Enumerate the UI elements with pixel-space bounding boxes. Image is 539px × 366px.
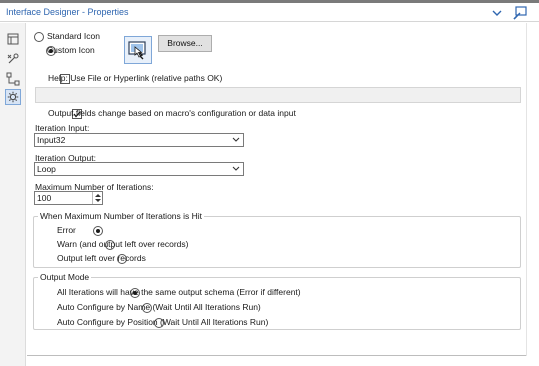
chevron-down-icon [232, 137, 240, 142]
max-hit-warn-label: Warn (and output left over records) [57, 239, 189, 249]
standard-icon-label: Standard Icon [47, 31, 100, 41]
browse-button[interactable]: Browse... [158, 35, 212, 52]
iteration-output-select[interactable]: Loop [34, 162, 244, 176]
custom-icon-label: Custom Icon [47, 45, 95, 55]
iteration-input-label: Iteration Input: [35, 123, 90, 133]
max-iterations-value: 100 [37, 193, 52, 203]
max-hit-error-label: Error [57, 225, 76, 235]
layout-icon[interactable] [5, 31, 21, 47]
vertical-scrollbar[interactable] [526, 23, 539, 356]
tree-icon[interactable] [5, 71, 21, 87]
output-mode-same-schema-label: All Iterations will have the same output… [57, 287, 301, 297]
max-hit-output-label: Output left over records [57, 253, 146, 263]
tools-icon[interactable] [5, 51, 21, 67]
chevron-down-icon [232, 166, 240, 171]
sidebar [0, 23, 26, 366]
custom-macro-icon [128, 41, 146, 60]
gear-icon[interactable] [5, 89, 21, 105]
bottom-divider [27, 355, 526, 356]
max-hit-error-radio[interactable] [92, 226, 103, 236]
max-iterations-stepper[interactable]: 100 [34, 191, 103, 205]
iteration-input-value: Input32 [37, 135, 66, 145]
iteration-output-value: Loop [37, 164, 56, 174]
output-mode-by-position-label: Auto Configure by Position (Wait Until A… [57, 317, 269, 327]
stepper-arrows-icon [95, 194, 101, 202]
output-mode-group-title: Output Mode [38, 272, 92, 282]
chevron-down-icon[interactable] [490, 6, 504, 20]
panel-title: Interface Designer - Properties [6, 7, 129, 17]
custom-icon-preview[interactable] [124, 36, 152, 64]
standard-icon-radio[interactable] [34, 32, 44, 42]
output-mode-by-name-label: Auto Configure by Name (Wait Until All I… [57, 302, 261, 312]
output-fields-label: Output fields change based on macro's co… [48, 108, 296, 118]
pin-icon[interactable] [512, 5, 528, 21]
stepper-buttons[interactable] [92, 192, 102, 204]
properties-content: Standard Icon Custom Icon Browse... Help… [27, 23, 526, 356]
help-checkbox-label: Help: Use File or Hyperlink (relative pa… [48, 73, 223, 83]
panel-title-bar: Interface Designer - Properties [0, 3, 539, 22]
help-path-input[interactable] [35, 87, 521, 103]
max-hit-group-title: When Maximum Number of Iterations is Hit [38, 211, 205, 221]
iteration-input-select[interactable]: Input32 [34, 133, 244, 147]
